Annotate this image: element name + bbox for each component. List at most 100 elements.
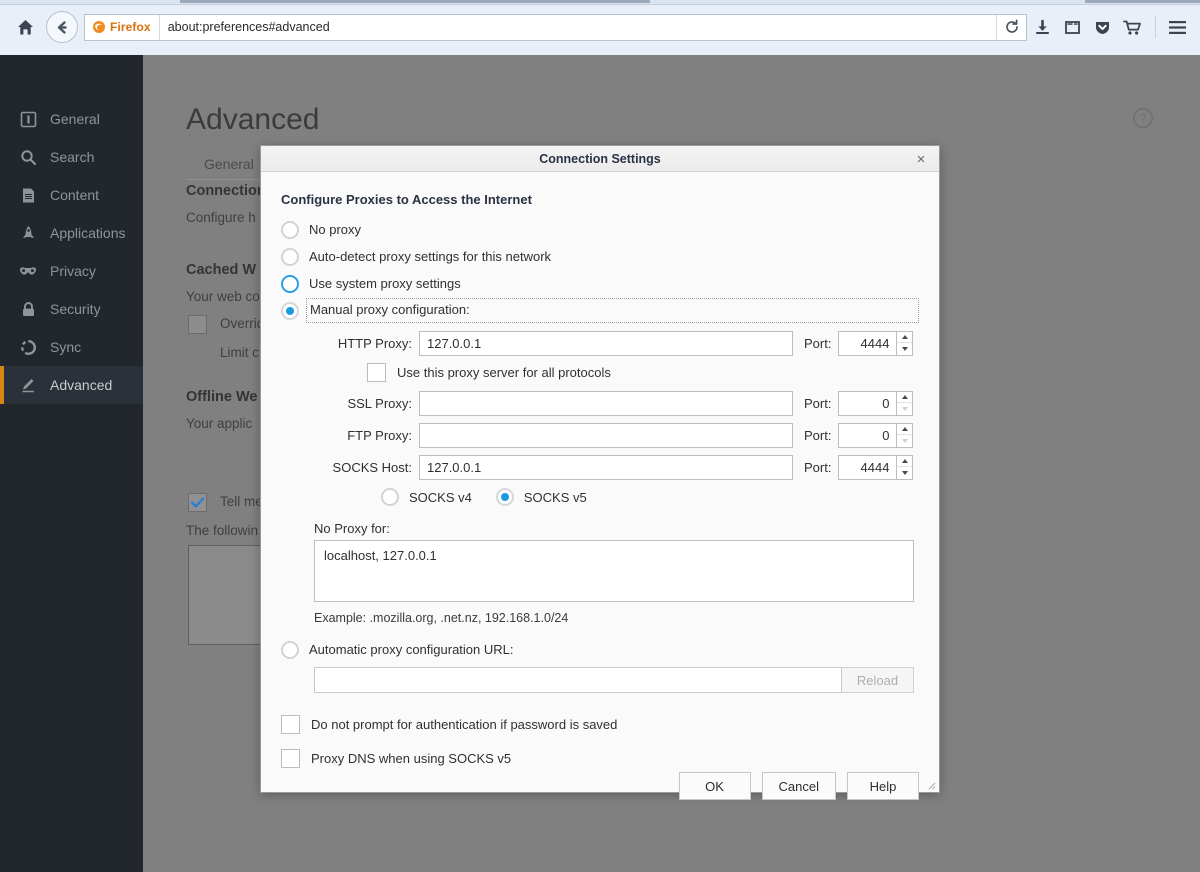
radio-row-no-proxy[interactable]: No proxy <box>281 216 919 243</box>
ssl-port-spin-buttons[interactable] <box>896 391 913 416</box>
ftp-port-spinner[interactable] <box>838 423 913 448</box>
ftp-port-spin-buttons[interactable] <box>896 423 913 448</box>
http-proxy-label: HTTP Proxy: <box>281 336 419 351</box>
sidebar-item-general[interactable]: General <box>0 100 143 138</box>
radio-label-no-proxy: No proxy <box>309 222 361 237</box>
ssl-proxy-label: SSL Proxy: <box>281 396 419 411</box>
dialog-titlebar: Connection Settings × <box>261 146 939 172</box>
spin-down-icon <box>897 435 912 447</box>
shopping-cart-icon[interactable] <box>1117 12 1147 42</box>
download-arrow-icon[interactable] <box>1027 12 1057 42</box>
sidebar-item-label: Security <box>50 301 101 317</box>
security-lock-icon <box>18 299 38 319</box>
check-row-no-auth-prompt[interactable]: Do not prompt for authentication if pass… <box>281 710 919 738</box>
connection-settings-dialog: Connection Settings × Configure Proxies … <box>260 145 940 793</box>
sidebar-item-search[interactable]: Search <box>0 138 143 176</box>
check-row-proxy-dns[interactable]: Proxy DNS when using SOCKS v5 <box>281 744 919 772</box>
url-bar[interactable]: Firefox <box>84 14 1027 41</box>
ssl-port-input[interactable] <box>838 391 896 416</box>
preferences-sidebar: General Search Content <box>0 55 143 872</box>
pac-url-input[interactable] <box>314 667 842 693</box>
radio-row-manual[interactable]: Manual proxy configuration: <box>281 297 919 324</box>
radio-no-proxy[interactable] <box>281 221 299 239</box>
tell-me-label: Tell me <box>220 494 263 509</box>
spin-up-icon[interactable] <box>897 456 912 468</box>
radio-row-socks-v5[interactable]: SOCKS v5 <box>496 488 587 506</box>
radio-socks-v5[interactable] <box>496 488 514 506</box>
sync-icon <box>18 337 38 357</box>
identity-box[interactable]: Firefox <box>85 15 160 40</box>
library-window-icon[interactable] <box>1057 12 1087 42</box>
spin-up-icon[interactable] <box>897 392 912 404</box>
sidebar-item-label: Privacy <box>50 263 96 279</box>
radio-row-pac-url[interactable]: Automatic proxy configuration URL: <box>281 636 919 663</box>
radio-row-use-system[interactable]: Use system proxy settings <box>281 270 919 297</box>
socks-port-input[interactable] <box>838 455 896 480</box>
tell-me-checkbox[interactable] <box>188 493 207 512</box>
radio-row-socks-v4[interactable]: SOCKS v4 <box>381 488 472 506</box>
sidebar-item-sync[interactable]: Sync <box>0 328 143 366</box>
resize-grip-icon[interactable] <box>924 777 936 789</box>
pac-url-row: Reload <box>314 667 919 693</box>
radio-socks-v4[interactable] <box>381 488 399 506</box>
content-icon <box>18 185 38 205</box>
sidebar-item-label: Sync <box>50 339 81 355</box>
ok-button[interactable]: OK <box>679 772 751 800</box>
ftp-proxy-input[interactable] <box>419 423 793 448</box>
sidebar-item-security[interactable]: Security <box>0 290 143 328</box>
radio-auto-detect[interactable] <box>281 248 299 266</box>
ftp-port-input[interactable] <box>838 423 896 448</box>
socks-port-spin-buttons[interactable] <box>896 455 913 480</box>
http-proxy-input[interactable] <box>419 331 793 356</box>
pocket-shield-icon[interactable] <box>1087 12 1117 42</box>
radio-use-system-proxy[interactable] <box>281 275 299 293</box>
pac-reload-button[interactable]: Reload <box>842 667 914 693</box>
reload-icon[interactable] <box>996 15 1026 40</box>
radio-manual-proxy[interactable] <box>281 302 299 320</box>
help-button[interactable]: Help <box>847 772 919 800</box>
socks-version-row: SOCKS v4 SOCKS v5 <box>281 482 919 512</box>
spin-up-icon[interactable] <box>897 332 912 344</box>
http-port-spinner[interactable] <box>838 331 913 356</box>
label-proxy-dns: Proxy DNS when using SOCKS v5 <box>311 751 511 766</box>
back-arrow-icon[interactable] <box>46 11 78 43</box>
hamburger-menu-icon[interactable] <box>1162 12 1192 42</box>
sidebar-item-advanced[interactable]: Advanced <box>0 366 143 404</box>
ssl-proxy-input[interactable] <box>419 391 793 416</box>
sidebar-item-content[interactable]: Content <box>0 176 143 214</box>
spin-down-icon[interactable] <box>897 467 912 479</box>
socks-host-input[interactable] <box>419 455 793 480</box>
help-question-icon[interactable]: ? <box>1132 107 1154 134</box>
url-input[interactable] <box>160 15 996 40</box>
checkbox-all-protocols[interactable] <box>367 363 386 382</box>
http-port-spin-buttons[interactable] <box>896 331 913 356</box>
spin-down-icon[interactable] <box>897 343 912 355</box>
check-row-all-protocols[interactable]: Use this proxy server for all protocols <box>281 358 919 386</box>
sidebar-item-privacy[interactable]: Privacy <box>0 252 143 290</box>
override-cache-checkbox[interactable] <box>188 315 207 334</box>
http-port-label: Port: <box>793 336 838 351</box>
spin-up-icon[interactable] <box>897 424 912 436</box>
radio-pac-url[interactable] <box>281 641 299 659</box>
sidebar-item-applications[interactable]: Applications <box>0 214 143 252</box>
ssl-port-spinner[interactable] <box>838 391 913 416</box>
advanced-icon <box>18 375 38 395</box>
tab-general[interactable]: General <box>186 156 272 179</box>
search-icon <box>18 147 38 167</box>
socks-port-spinner[interactable] <box>838 455 913 480</box>
checkbox-proxy-dns[interactable] <box>281 749 300 768</box>
field-row-ftp-proxy: FTP Proxy: Port: <box>281 420 919 450</box>
proxy-configuration-heading: Configure Proxies to Access the Internet <box>281 192 919 207</box>
cancel-button[interactable]: Cancel <box>762 772 836 800</box>
socks-host-label: SOCKS Host: <box>281 460 419 475</box>
checkbox-no-auth-prompt[interactable] <box>281 715 300 734</box>
no-proxy-for-textarea[interactable] <box>314 540 914 602</box>
http-port-input[interactable] <box>838 331 896 356</box>
radio-row-auto-detect[interactable]: Auto-detect proxy settings for this netw… <box>281 243 919 270</box>
close-icon[interactable]: × <box>911 146 931 172</box>
section-text-connection: Configure h <box>186 210 256 225</box>
sidebar-item-label: Applications <box>50 225 126 241</box>
field-row-ssl-proxy: SSL Proxy: Port: <box>281 388 919 418</box>
ftp-port-label: Port: <box>793 428 838 443</box>
home-icon[interactable] <box>10 12 40 42</box>
